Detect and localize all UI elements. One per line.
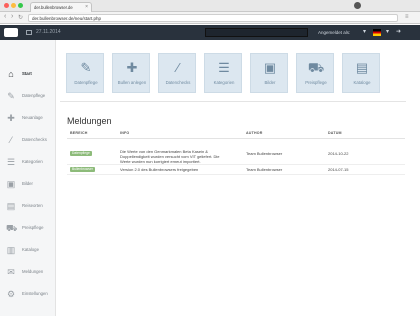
cart-icon: ⛟ — [307, 60, 325, 75]
sidebar-item-label: Meldungen — [22, 269, 44, 274]
column-header-info[interactable]: INFO — [120, 131, 129, 135]
close-tab-icon[interactable]: × — [85, 4, 88, 10]
maximize-window-icon[interactable] — [18, 3, 23, 8]
row-divider — [67, 164, 405, 165]
tile-preispflege[interactable]: ⛟ Preispflege — [296, 53, 334, 93]
sidebar-item-label: Reiseorten — [22, 203, 43, 208]
area-badge: Datenpflege — [70, 151, 92, 156]
table-row[interactable]: Bullenbrowser Version 2.0 des Bullenbrow… — [67, 166, 405, 176]
tile-label: Preispflege — [305, 80, 327, 85]
book-icon: ▥ — [6, 245, 16, 255]
info-line: Version 2.0 des Bullenbrowsers freigegeb… — [120, 167, 199, 172]
user-icon[interactable]: ▾ — [363, 28, 366, 35]
forward-icon[interactable]: › — [11, 13, 13, 20]
tile-label: Datenpflege — [74, 80, 98, 85]
tile-kataloge[interactable]: ▤ Kataloge — [342, 53, 380, 93]
logged-in-label: Angemeldet als: — [318, 30, 351, 35]
tile-label: Kategorien — [213, 80, 235, 85]
logo-icon[interactable] — [4, 28, 18, 37]
sidebar-item-datenpflege[interactable]: ✎ Datenpflege — [0, 86, 56, 108]
browser-tab[interactable]: der.bullenbrowser.de × — [30, 2, 92, 12]
sidebar: ⌂ Start ✎ Datenpflege ✚ Neuanlage ⁄ Datenchecks… — [0, 40, 56, 316]
date-cell: 2014-07-15 — [328, 167, 349, 172]
tile-bilder[interactable]: ▣ Bilder — [250, 53, 288, 93]
sidebar-item-label: Neuanlage — [22, 115, 43, 120]
document-icon: ▤ — [6, 201, 16, 211]
image-icon: ▣ — [6, 179, 16, 189]
sidebar-item-label: Datenchecks — [22, 137, 47, 142]
list-icon: ☰ — [218, 60, 230, 75]
profile-icon[interactable] — [354, 2, 361, 9]
sidebar-item-label: Preispflege — [22, 225, 44, 230]
sidebar-item-label: Start — [22, 71, 32, 76]
tile-datenchecks[interactable]: ⁄ Datenchecks — [158, 53, 196, 93]
plus-icon: ✚ — [7, 113, 15, 123]
column-header-datum[interactable]: DATUM — [328, 131, 342, 135]
sidebar-item-label: Kataloge — [22, 247, 39, 252]
sidebar-item-reiseorten[interactable]: ▤ Reiseorten — [0, 196, 56, 218]
sidebar-item-start[interactable]: ⌂ Start — [0, 64, 56, 86]
logout-icon[interactable]: ➜ — [396, 28, 401, 35]
plus-icon: ✚ — [126, 60, 138, 75]
wand-icon: ⁄ — [10, 135, 12, 145]
tile-label: Datenchecks — [165, 80, 191, 85]
sidebar-item-label: Kategorien — [22, 159, 43, 164]
calendar-icon — [26, 30, 32, 35]
minimize-window-icon[interactable] — [11, 3, 16, 8]
edit-icon: ✎ — [80, 60, 92, 75]
address-bar[interactable]: der.bullenbrowser.de/neu/start.php — [28, 14, 398, 22]
row-divider — [67, 174, 405, 175]
sidebar-item-label: Bilder — [22, 181, 33, 186]
language-flag-icon[interactable] — [373, 29, 381, 36]
cart-icon: ⛟ — [6, 223, 18, 233]
date-cell: 2014-10-22 — [328, 151, 349, 156]
area-badge: Bullenbrowser — [70, 167, 95, 172]
table-row[interactable]: Datenpflege Die Werte von den Genmarkmal… — [67, 148, 405, 168]
tile-label: Kataloge — [353, 80, 371, 85]
sidebar-item-neuanlage[interactable]: ✚ Neuanlage — [0, 108, 56, 130]
close-window-icon[interactable] — [4, 3, 9, 8]
tile-bullen-anlegen[interactable]: ✚ Bullen anlegen — [112, 53, 150, 93]
sidebar-item-preispflege[interactable]: ⛟ Preispflege — [0, 218, 56, 240]
sidebar-item-label: Datenpflege — [22, 93, 46, 98]
browser-tab-title: der.bullenbrowser.de — [34, 5, 73, 10]
divider — [60, 101, 406, 102]
chat-icon: ✉ — [7, 267, 15, 277]
table-header-divider — [67, 138, 405, 139]
author-cell: Team Bullenbrowser — [246, 151, 283, 156]
sidebar-item-meldungen[interactable]: ✉ Meldungen — [0, 262, 56, 284]
tile-datenpflege[interactable]: ✎ Datenpflege — [66, 53, 104, 93]
reload-icon[interactable]: ↻ — [18, 14, 23, 21]
column-header-bereich[interactable]: BEREICH — [70, 131, 88, 135]
sidebar-item-datenchecks[interactable]: ⁄ Datenchecks — [0, 130, 56, 152]
tile-kategorien[interactable]: ☰ Kategorien — [204, 53, 242, 93]
sidebar-item-label: Einstellungen — [22, 291, 48, 296]
browser-tab-bar: der.bullenbrowser.de × — [0, 0, 420, 12]
sidebar-item-kataloge[interactable]: ▥ Kataloge — [0, 240, 56, 262]
sidebar-item-einstellungen[interactable]: ⚙ Einstellungen — [0, 284, 56, 306]
search-input[interactable] — [205, 28, 308, 37]
url-text: der.bullenbrowser.de/neu/start.php — [32, 16, 102, 21]
back-icon[interactable]: ‹ — [4, 13, 6, 20]
sidebar-item-bilder[interactable]: ▣ Bilder — [0, 174, 56, 196]
tile-label: Bilder — [264, 80, 276, 85]
messages-title: Meldungen — [67, 116, 112, 126]
image-icon: ▣ — [263, 60, 277, 75]
book-icon: ▤ — [355, 60, 369, 75]
list-icon: ☰ — [6, 157, 16, 167]
gears-icon: ⚙ — [6, 289, 16, 299]
chevron-down-icon[interactable]: ▾ — [386, 28, 389, 35]
tile-label: Bullen anlegen — [117, 80, 147, 85]
column-header-author[interactable]: AUTHOR — [246, 131, 263, 135]
browser-toolbar: ‹ › ↻ der.bullenbrowser.de/neu/start.php… — [0, 12, 420, 24]
header-date: 27.11.2014 — [24, 25, 61, 40]
author-cell: Team Bullenbrowser — [246, 167, 283, 172]
edit-icon: ✎ — [7, 91, 15, 101]
menu-icon[interactable]: ≡ — [405, 14, 409, 20]
sidebar-item-kategorien[interactable]: ☰ Kategorien — [0, 152, 56, 174]
app-header: 27.11.2014 Angemeldet als: ▾ ▾ ➜ — [0, 25, 420, 40]
home-icon: ⌂ — [8, 69, 14, 79]
wand-icon: ⁄ — [176, 60, 180, 75]
